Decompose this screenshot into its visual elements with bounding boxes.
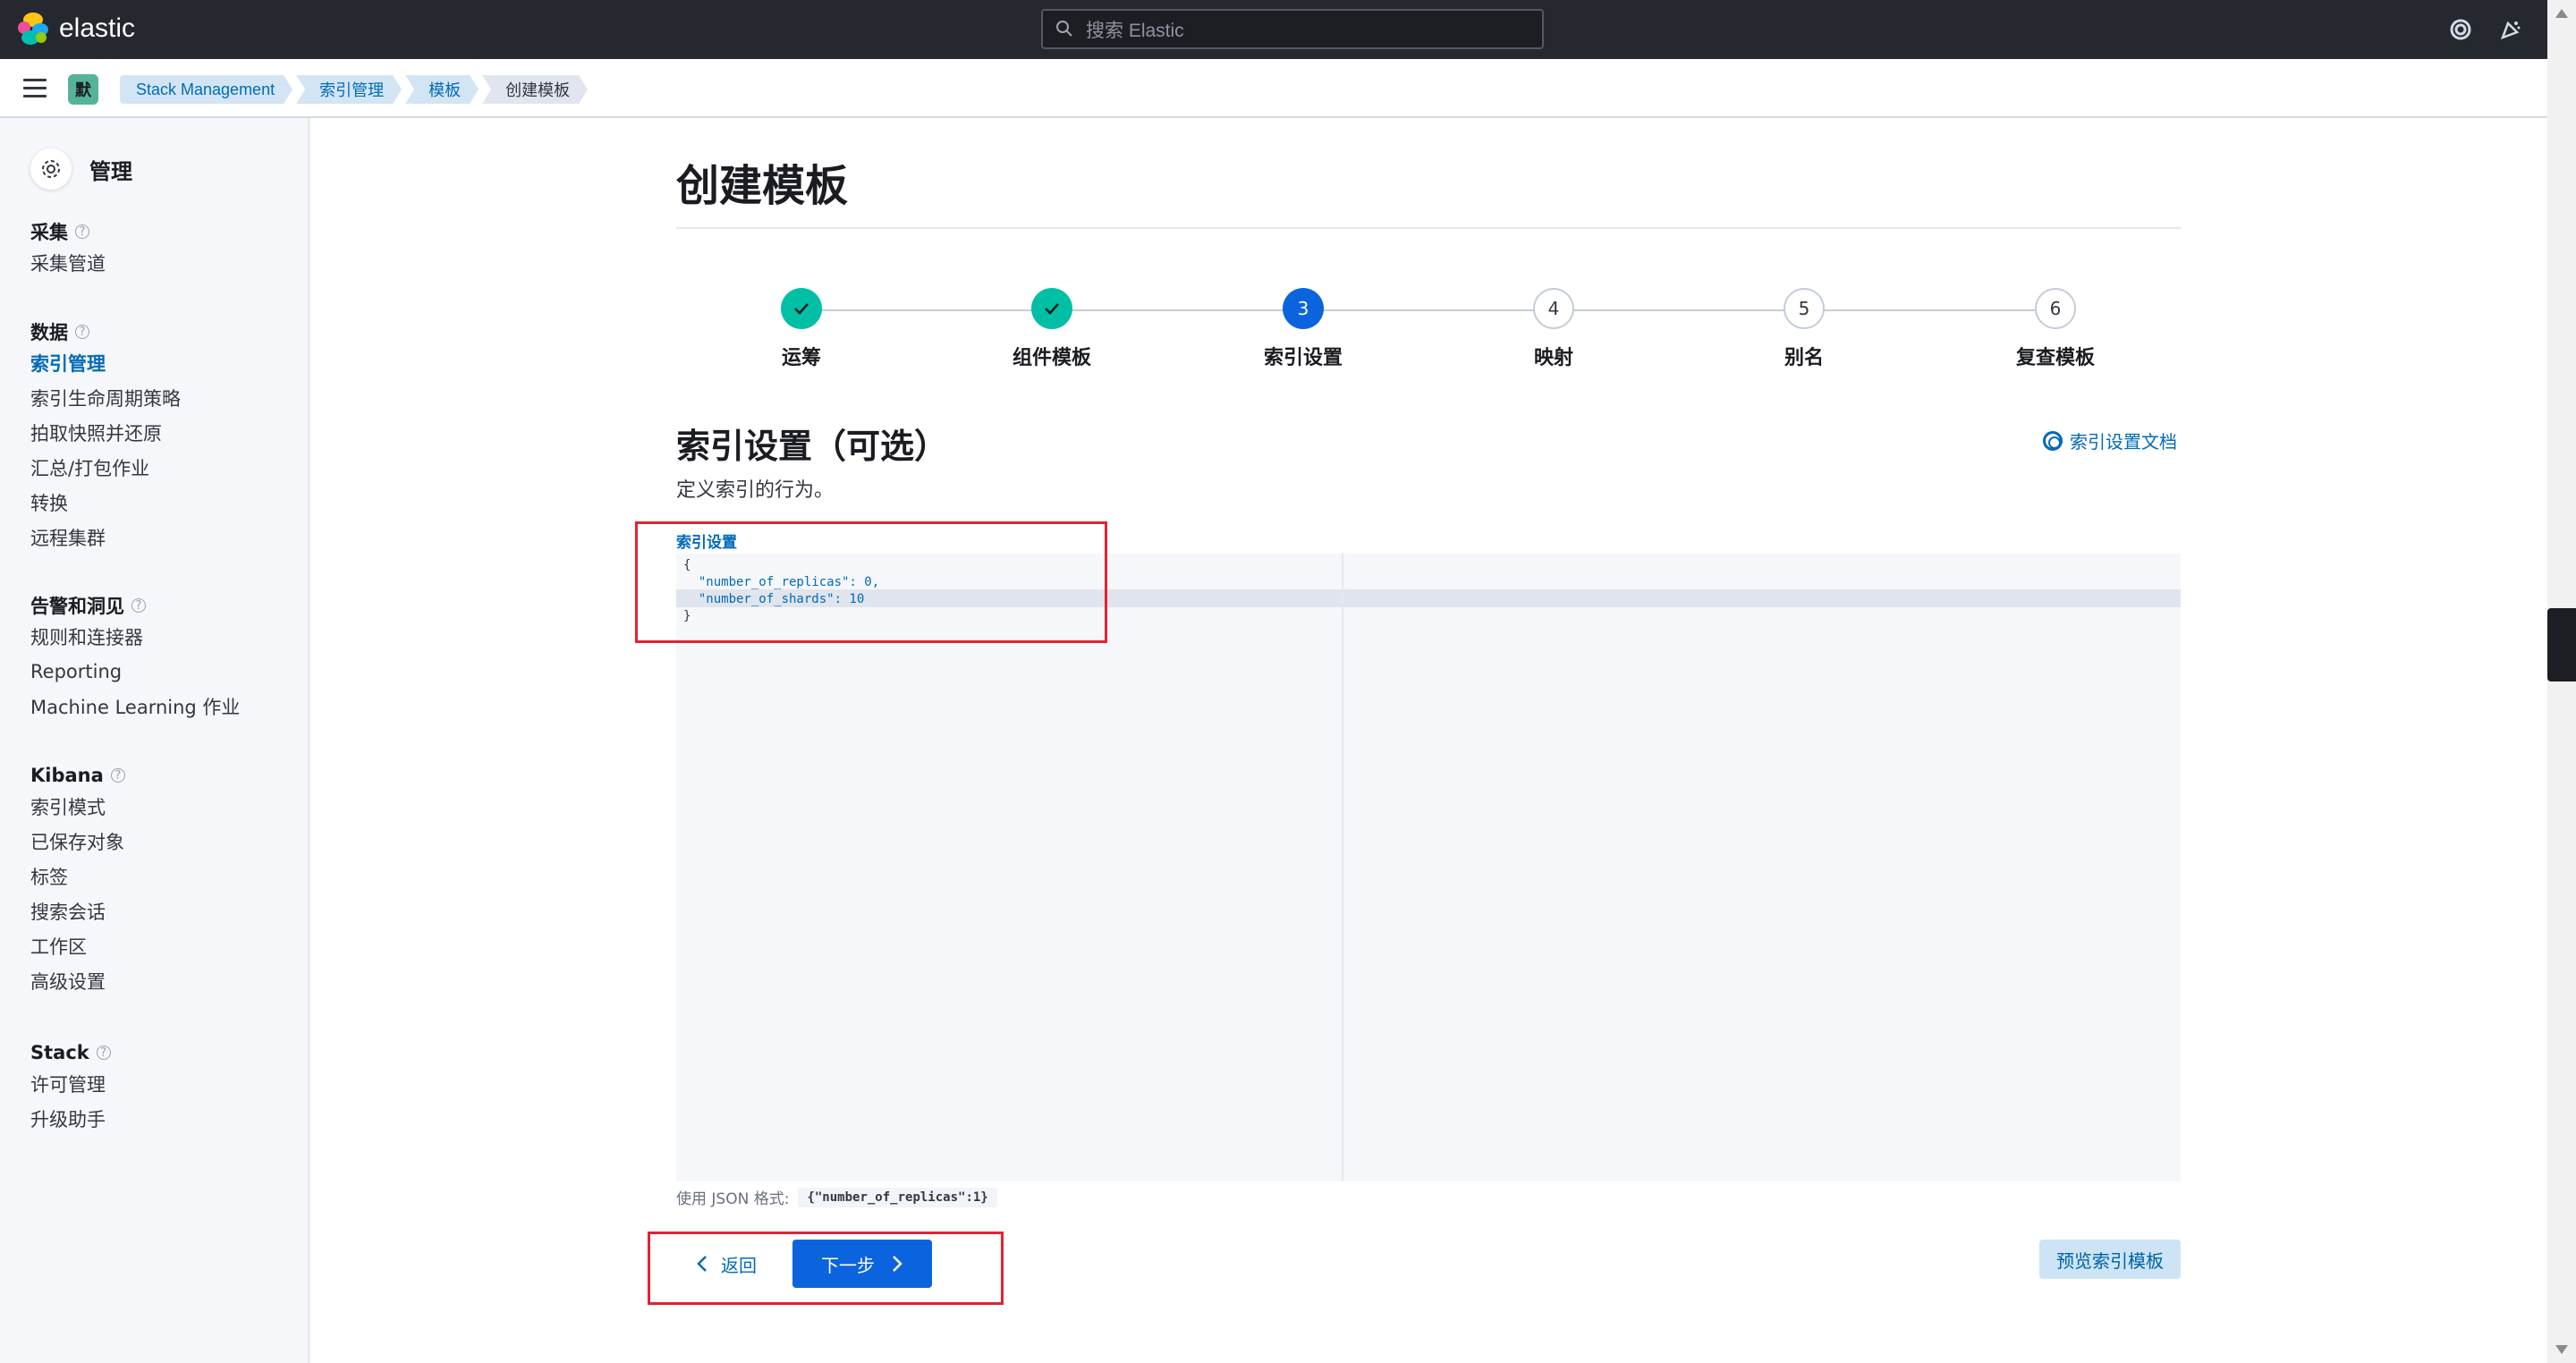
title-divider	[676, 227, 2181, 229]
info-icon[interactable]: ?	[75, 224, 89, 239]
sidebar-item-upgrade-assistant[interactable]: 升级助手	[30, 1101, 111, 1136]
step-number: 6	[2035, 288, 2076, 329]
annotation-box-settings	[635, 521, 1107, 643]
sidebar-item-rollup-jobs[interactable]: 汇总/打包作业	[30, 450, 181, 485]
index-settings-docs-link[interactable]: 索引设置文档	[2043, 428, 2177, 453]
sidebar-group-title: 告警和洞见	[30, 596, 124, 617]
preview-button-label: 预览索引模板	[2056, 1249, 2164, 1272]
docs-link-label: 索引设置文档	[2070, 431, 2177, 453]
global-search-input[interactable]: 搜索 Elastic	[1041, 9, 1544, 49]
editor-print-margin	[1342, 554, 1343, 1181]
sidebar-item-index-patterns[interactable]: 索引模式	[30, 789, 125, 824]
sidebar-group-alerts: 告警和洞见? 规则和连接器 Reporting Machine Learning…	[30, 592, 240, 724]
info-icon[interactable]: ?	[131, 598, 146, 613]
step-index-settings[interactable]: 3 索引设置	[1214, 288, 1393, 370]
help-example-code: {"number_of_replicas":1}	[798, 1187, 997, 1207]
annotation-box-buttons	[648, 1232, 1004, 1305]
breadcrumb: Stack Management 索引管理 模板 创建模板	[120, 75, 591, 104]
step-number: 5	[1784, 288, 1825, 329]
sidebar-group-kibana: Kibana? 索引模式 已保存对象 标签 搜索会话 工作区 高级设置	[30, 762, 125, 998]
section-title: 索引设置（可选）	[676, 427, 949, 466]
sidebar-item-advanced-settings[interactable]: 高级设置	[30, 963, 125, 998]
main-panel: 创建模板 运筹 组件模板 3 索引设置 4 映射 5 别名 6 复查模板 索引设…	[311, 118, 2547, 1363]
section-description: 定义索引的行为。	[676, 479, 835, 502]
info-icon[interactable]: ?	[110, 768, 125, 783]
brand-name: elastic	[59, 13, 136, 43]
breadcrumb-templates[interactable]: 模板	[405, 75, 479, 104]
newsfeed-icon[interactable]	[2496, 14, 2526, 45]
breadcrumb-stack-management[interactable]: Stack Management	[120, 75, 292, 104]
help-icon	[2043, 430, 2063, 451]
search-icon	[1055, 20, 1075, 39]
sidebar-item-remote-clusters[interactable]: 远程集群	[30, 520, 181, 555]
step-component-templates[interactable]: 组件模板	[962, 288, 1141, 370]
step-label: 映射	[1533, 347, 1573, 369]
page-scrollbar[interactable]	[2547, 0, 2576, 1363]
editor-help: 使用 JSON 格式: {"number_of_replicas":1}	[676, 1186, 997, 1208]
sidebar-group-title: 数据	[30, 322, 68, 343]
sidebar-item-ilm-policies[interactable]: 索引生命周期策略	[30, 380, 181, 415]
sidebar-group-title: Kibana	[30, 765, 104, 786]
sidebar-title: 管理	[89, 158, 132, 184]
sidebar-header: 管理	[30, 148, 132, 190]
info-icon[interactable]: ?	[96, 1046, 111, 1060]
preview-template-button[interactable]: 预览索引模板	[2039, 1240, 2181, 1279]
sidebar-item-tags[interactable]: 标签	[30, 859, 125, 893]
check-icon	[781, 288, 822, 329]
step-logistics[interactable]: 运筹	[712, 288, 891, 370]
page-title: 创建模板	[676, 161, 849, 211]
breadcrumb-create-template: 创建模板	[482, 75, 588, 104]
step-review[interactable]: 6 复查模板	[1966, 288, 2145, 370]
sidebar-group-title: Stack	[30, 1042, 89, 1063]
sidebar-item-license-management[interactable]: 许可管理	[30, 1066, 111, 1101]
sidebar-item-search-sessions[interactable]: 搜索会话	[30, 893, 125, 928]
check-icon	[1031, 288, 1072, 329]
sidebar-item-snapshot-restore[interactable]: 拍取快照并还原	[30, 415, 181, 450]
sidebar-item-saved-objects[interactable]: 已保存对象	[30, 824, 125, 859]
scroll-down-icon[interactable]	[2555, 1345, 2568, 1354]
help-text: 使用 JSON 格式:	[676, 1190, 790, 1208]
step-aliases[interactable]: 5 别名	[1715, 288, 1894, 370]
json-editor[interactable]: { "number_of_replicas": 0, "number_of_sh…	[676, 554, 2181, 1181]
management-sidebar: 管理 采集? 采集管道 数据? 索引管理 索引生命周期策略 拍取快照并还原 汇总…	[0, 118, 309, 1363]
step-number: 3	[1283, 288, 1324, 329]
step-label: 索引设置	[1263, 347, 1343, 369]
sidebar-group-stack: Stack? 许可管理 升级助手	[30, 1039, 111, 1136]
help-icon[interactable]	[2445, 14, 2476, 45]
sidebar-item-rules-connectors[interactable]: 规则和连接器	[30, 619, 240, 654]
step-label: 别名	[1784, 347, 1824, 369]
step-mappings[interactable]: 4 映射	[1464, 288, 1643, 370]
sidebar-group-data: 数据? 索引管理 索引生命周期策略 拍取快照并还原 汇总/打包作业 转换 远程集…	[30, 318, 181, 555]
step-number: 4	[1533, 288, 1574, 329]
space-avatar[interactable]: 默	[68, 74, 98, 105]
sidebar-item-index-management[interactable]: 索引管理	[30, 345, 181, 380]
menu-toggle-icon[interactable]	[23, 79, 47, 98]
sidebar-item-spaces[interactable]: 工作区	[30, 928, 125, 963]
sidebar-group-title: 采集	[30, 222, 68, 243]
sidebar-item-ingest-pipelines[interactable]: 采集管道	[30, 245, 106, 280]
step-label: 运筹	[781, 347, 821, 369]
step-label: 组件模板	[1012, 347, 1091, 369]
breadcrumb-index-management[interactable]: 索引管理	[296, 75, 402, 104]
sidebar-group-ingest: 采集? 采集管道	[30, 218, 106, 280]
top-header: elastic 搜索 Elastic	[0, 0, 2547, 59]
elastic-logo-icon	[18, 13, 50, 45]
info-icon[interactable]: ?	[75, 325, 89, 339]
breadcrumb-bar: 默 Stack Management 索引管理 模板 创建模板	[0, 59, 2547, 118]
elastic-logo[interactable]: elastic	[18, 13, 135, 45]
step-label: 复查模板	[2015, 347, 2095, 369]
scroll-up-icon[interactable]	[2555, 9, 2568, 18]
sidebar-item-ml-jobs[interactable]: Machine Learning 作业	[30, 689, 240, 724]
wizard-steps: 运筹 组件模板 3 索引设置 4 映射 5 别名 6 复查模板	[676, 288, 2181, 377]
sidebar-item-transforms[interactable]: 转换	[30, 485, 181, 520]
search-placeholder: 搜索 Elastic	[1086, 20, 1184, 41]
scrollbar-thumb[interactable]	[2547, 608, 2576, 682]
gear-icon	[30, 148, 72, 190]
sidebar-item-reporting[interactable]: Reporting	[30, 654, 240, 689]
